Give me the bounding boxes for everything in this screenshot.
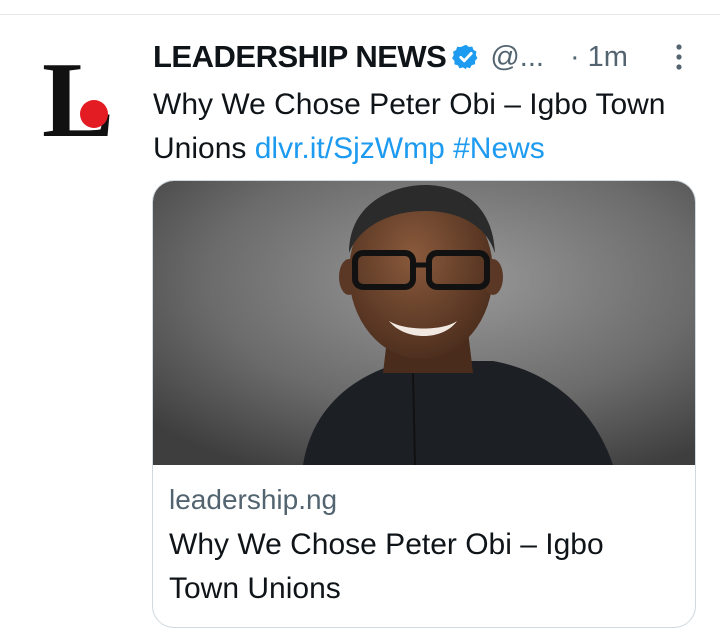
leadership-logo-icon: L [42,41,114,160]
svg-text:L: L [42,46,114,142]
author-name[interactable]: LEADERSHIP NEWS [153,39,447,75]
link-preview-card[interactable]: leadership.ng Why We Chose Peter Obi – I… [152,180,696,628]
card-domain: leadership.ng [169,484,338,515]
tweet-text: Why We Chose Peter Obi – Igbo Town Union… [153,83,713,171]
tweet-header: LEADERSHIP NEWS @... · 1m [153,35,628,79]
verified-badge-icon [452,44,478,70]
tweet-timestamp[interactable]: 1m [588,41,628,74]
card-title: Why We Chose Peter Obi – Igbo Town Union… [169,528,604,605]
top-divider [0,14,720,15]
separator-dot: · [569,40,580,73]
card-info: leadership.ng Why We Chose Peter Obi – I… [169,481,679,611]
avatar[interactable]: L [40,41,124,160]
card-image [153,181,695,465]
author-handle[interactable]: @... [490,41,544,74]
tweet-hashtag[interactable]: #News [453,132,545,165]
tweet-link[interactable]: dlvr.it/SjzWmp [255,132,445,165]
more-options-icon[interactable] [672,42,686,72]
